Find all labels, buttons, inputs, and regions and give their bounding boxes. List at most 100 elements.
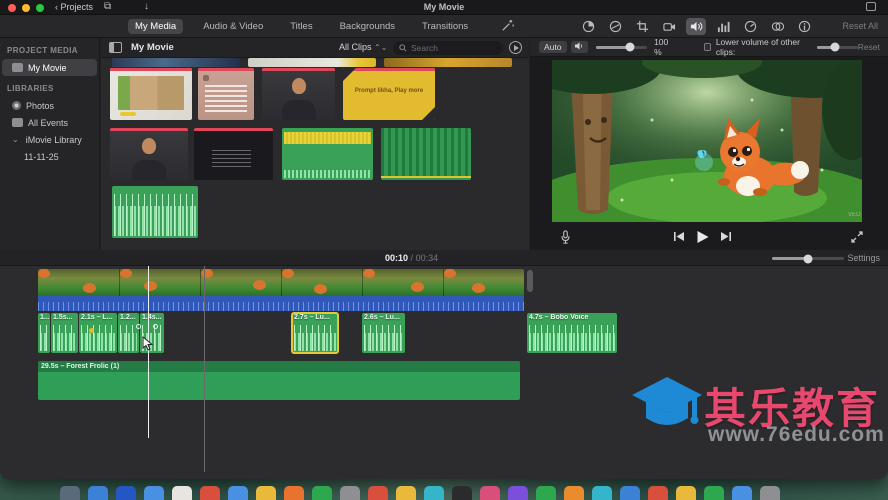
dock-app-icon[interactable] <box>340 486 360 500</box>
dock-app-icon[interactable] <box>312 486 332 500</box>
clip-sliver-gold[interactable] <box>384 58 512 67</box>
dock-app-icon[interactable] <box>424 486 444 500</box>
sidebar-item-imovie-library[interactable]: ⌄iMovie Library <box>0 131 99 148</box>
clip-volume-slider[interactable] <box>596 46 648 49</box>
dock-app-icon[interactable] <box>172 486 192 500</box>
dock-app-icon[interactable] <box>200 486 220 500</box>
video-preview[interactable]: VEO <box>552 60 862 222</box>
dock-app-icon[interactable] <box>704 486 724 500</box>
dock-app-icon[interactable] <box>396 486 416 500</box>
terminal-clip[interactable] <box>194 128 273 180</box>
play-icon[interactable] <box>695 230 710 244</box>
thumbnail-zoom-slider[interactable] <box>772 257 844 260</box>
library-items: PhotosAll Events⌄iMovie Library 11-11-25 <box>0 97 99 165</box>
tab-titles[interactable]: Titles <box>283 19 319 34</box>
video-clip-filmstrip[interactable] <box>38 269 524 296</box>
volume-reset-button[interactable]: Reset <box>858 42 880 52</box>
dock-app-icon[interactable] <box>564 486 584 500</box>
dock-app-icon[interactable] <box>760 486 780 500</box>
search-input[interactable] <box>411 43 491 53</box>
window-mode-icon[interactable] <box>866 2 876 11</box>
volume-slider-knob[interactable] <box>625 43 634 52</box>
dock-app-icon[interactable] <box>228 486 248 500</box>
audio-clip-0[interactable]: 1... <box>38 313 50 353</box>
audio-clip-dark-wave[interactable] <box>381 128 471 180</box>
macos-dock[interactable] <box>60 486 780 500</box>
magic-wand-icon[interactable] <box>500 18 515 38</box>
speed-icon[interactable] <box>740 18 760 35</box>
dock-app-icon[interactable] <box>732 486 752 500</box>
effects-icon[interactable] <box>767 18 787 35</box>
dock-app-icon[interactable] <box>60 486 80 500</box>
sidebar-item-11-11-25[interactable]: 11-11-25 <box>0 148 99 165</box>
stabilization-icon[interactable] <box>659 18 679 35</box>
webcam-person-clip[interactable] <box>110 128 188 180</box>
tab-audio-video[interactable]: Audio & Video <box>196 19 270 34</box>
lower-volume-knob[interactable] <box>831 43 840 52</box>
volume-icon[interactable] <box>686 18 706 35</box>
dock-app-icon[interactable] <box>536 486 556 500</box>
audio-clip-wave[interactable] <box>112 186 198 238</box>
sidebar-toggle-icon[interactable] <box>109 42 122 53</box>
music-clip[interactable]: 29.5s – Forest Frolic (1) <box>38 361 520 400</box>
next-frame-icon[interactable] <box>720 231 732 242</box>
sidebar-item-label: 11-11-25 <box>24 152 59 162</box>
dock-app-icon[interactable] <box>144 486 164 500</box>
photos-icon <box>12 101 21 110</box>
continuous-playback-icon[interactable] <box>509 41 522 54</box>
noise-reduction-icon[interactable] <box>713 18 733 35</box>
audio-clip-2[interactable]: 2.1s – L... <box>79 313 117 353</box>
previous-frame-icon[interactable] <box>673 231 685 242</box>
clip-sliver-blue[interactable] <box>112 58 240 67</box>
tab-transitions[interactable]: Transitions <box>415 19 475 34</box>
speaker-icon[interactable] <box>571 41 588 53</box>
audio-clip-7[interactable]: 4.7s – Bobo Voice <box>527 313 617 353</box>
dock-app-icon[interactable] <box>592 486 612 500</box>
info-icon[interactable] <box>794 18 814 35</box>
sidebar-item-all-events[interactable]: All Events <box>0 114 99 131</box>
video-clip-audio-waveform[interactable] <box>38 296 524 311</box>
color-balance-icon[interactable] <box>605 18 625 35</box>
dock-app-icon[interactable] <box>88 486 108 500</box>
timeline-settings-button[interactable]: Settings <box>847 253 880 263</box>
beat-marker-dot[interactable] <box>153 324 158 329</box>
audio-clip-yellow-wave[interactable] <box>282 128 373 180</box>
beat-marker-dot[interactable] <box>136 324 141 329</box>
dock-app-icon[interactable] <box>480 486 500 500</box>
sidebar-item-photos[interactable]: Photos <box>0 97 99 114</box>
audio-clip-5[interactable]: 2.7s – Lu... <box>292 313 338 353</box>
auto-volume-button[interactable]: Auto <box>539 41 567 53</box>
microphone-icon[interactable] <box>560 230 571 244</box>
dock-app-icon[interactable] <box>620 486 640 500</box>
screen-recording-clip[interactable] <box>110 68 192 120</box>
audio-clip-6[interactable]: 2.6s – Lu... <box>362 313 405 353</box>
dock-app-icon[interactable] <box>256 486 276 500</box>
dock-app-icon[interactable] <box>116 486 136 500</box>
dock-app-icon[interactable] <box>508 486 528 500</box>
dock-app-icon[interactable] <box>368 486 388 500</box>
dock-app-icon[interactable] <box>676 486 696 500</box>
yellow-slide-clip[interactable]: Prompt likha, Play more <box>343 68 435 120</box>
crop-icon[interactable] <box>632 18 652 35</box>
tab-backgrounds[interactable]: Backgrounds <box>333 19 402 34</box>
lower-volume-checkbox[interactable] <box>704 43 711 51</box>
zoom-slider-knob[interactable] <box>804 254 813 263</box>
talking-person-clip[interactable] <box>262 68 335 120</box>
fullscreen-icon[interactable] <box>851 231 863 243</box>
notes-document-clip[interactable] <box>198 68 254 120</box>
search-box[interactable] <box>393 41 503 55</box>
reset-all-button[interactable]: Reset All <box>842 21 878 31</box>
color-correction-icon[interactable] <box>578 18 598 35</box>
dock-app-icon[interactable] <box>452 486 472 500</box>
lower-volume-slider[interactable] <box>817 46 858 49</box>
clip-sliver-white[interactable] <box>248 58 376 67</box>
audio-clip-3[interactable]: 1.2... <box>118 313 139 353</box>
audio-clip-1[interactable]: 1.5s... <box>51 313 78 353</box>
clip-trim-handle[interactable] <box>527 270 533 292</box>
dock-app-icon[interactable] <box>648 486 668 500</box>
dock-app-icon[interactable] <box>284 486 304 500</box>
all-clips-dropdown[interactable]: All Clips ⌃⌄ <box>339 42 387 52</box>
sidebar-item-my-movie[interactable]: My Movie <box>2 59 97 76</box>
tab-my-media[interactable]: My Media <box>128 19 183 34</box>
lower-volume-label: Lower volume of other clips: <box>716 37 810 57</box>
